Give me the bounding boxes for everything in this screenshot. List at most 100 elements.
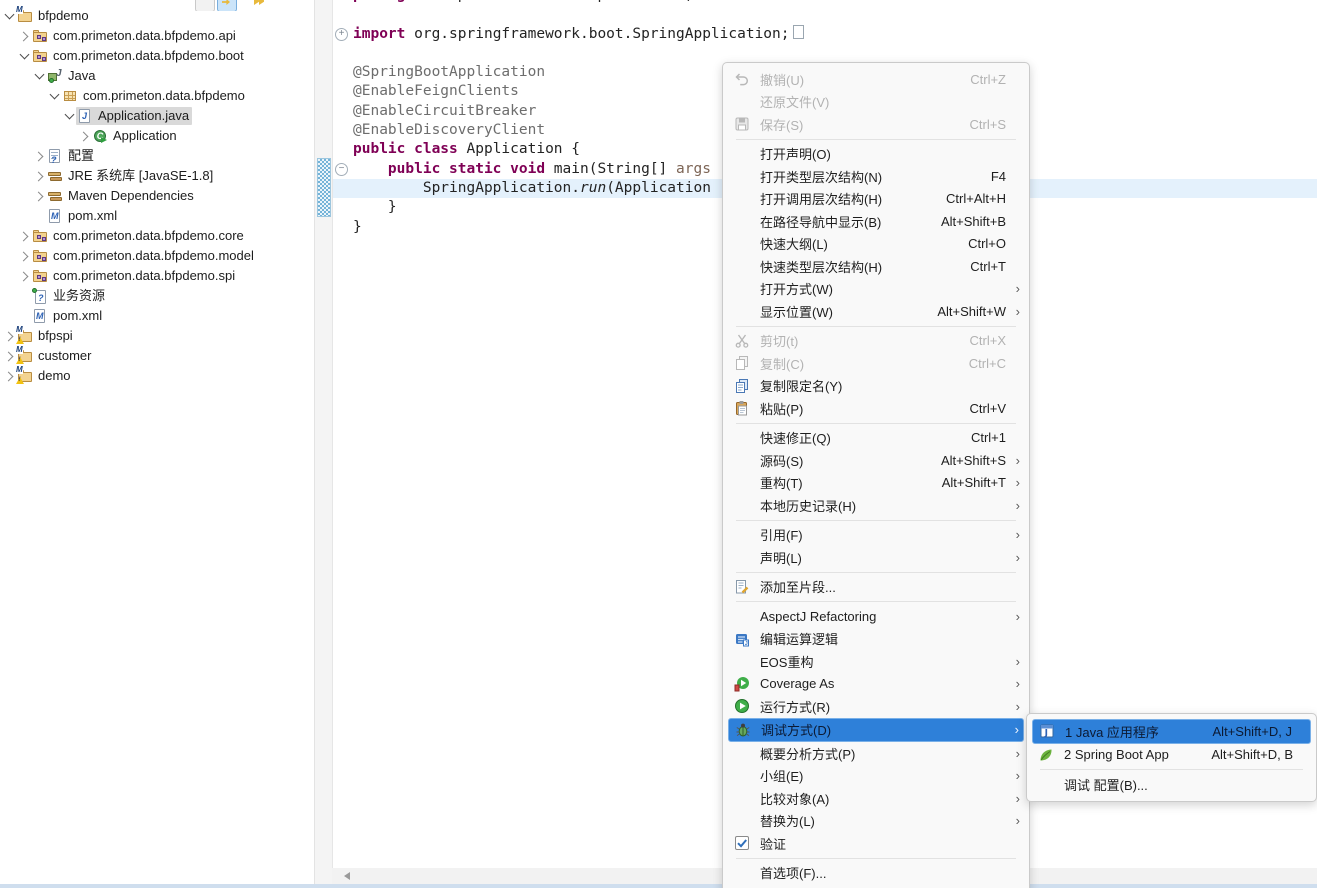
menu-item-debug-configurations[interactable]: 调试 配置(B)... — [1032, 773, 1311, 796]
menu-item-open-with[interactable]: 打开方式(W)› — [728, 278, 1024, 301]
menu-item-label: 在路径导航中显示(B) — [760, 212, 929, 231]
menu-item-show-in[interactable]: 显示位置(W)Alt+Shift+W› — [728, 300, 1024, 323]
chevron-right-icon[interactable] — [78, 130, 91, 143]
menu-item-compare-with[interactable]: 比较对象(A)› — [728, 787, 1024, 810]
menu-item-quick-outline[interactable]: 快速大纲(L)Ctrl+O — [728, 233, 1024, 256]
tree-item-bfpspi-project[interactable]: Mbfpspi — [3, 326, 76, 346]
tree-entry[interactable]: CApplication — [91, 127, 180, 145]
chevron-right-icon[interactable] — [18, 270, 31, 283]
menu-item-icon-cell — [734, 355, 760, 371]
menu-item-references[interactable]: 引用(F)› — [728, 524, 1024, 547]
menu-item-local-history[interactable]: 本地历史记录(H)› — [728, 494, 1024, 517]
collapse-all-icon[interactable] — [251, 0, 269, 10]
chevron-right-icon[interactable] — [33, 190, 46, 203]
menu-item-team[interactable]: 小组(E)› — [728, 765, 1024, 788]
menu-item-preferences[interactable]: 首选项(F)... — [728, 862, 1024, 885]
tree-entry[interactable]: Mbfpdemo — [16, 7, 92, 25]
menu-item-edit-logic[interactable]: J编辑运算逻辑 — [728, 628, 1024, 651]
tree-item-java-src[interactable]: JJava — [33, 66, 98, 86]
menu-item-debug-spring-boot-app[interactable]: 2 Spring Boot AppAlt+Shift+D, B — [1032, 744, 1311, 767]
menu-item-debug-java-application[interactable]: J1 Java 应用程序Alt+Shift+D, J — [1032, 719, 1311, 744]
chevron-right-icon[interactable] — [3, 370, 16, 383]
tree-item-application-java[interactable]: JApplication.java — [63, 106, 192, 126]
tree-entry[interactable]: com.primeton.data.bfpdemo.core — [31, 227, 247, 245]
chevron-right-icon[interactable] — [18, 230, 31, 243]
chevron-down-icon[interactable] — [48, 90, 61, 103]
package-explorer[interactable]: Mbfpdemo com.primeton.data.bfpdemo.api com… — [0, 0, 313, 884]
menu-item-add-to-snippets[interactable]: 添加至片段... — [728, 576, 1024, 599]
tree-item-bfpdemo[interactable]: Mbfpdemo — [3, 6, 92, 26]
tree-entry[interactable]: JJava — [46, 67, 98, 85]
menu-item-profile-as[interactable]: 概要分析方式(P)› — [728, 742, 1024, 765]
tree-scrollbar-thumb[interactable] — [317, 158, 331, 217]
chevron-right-icon[interactable] — [18, 250, 31, 263]
menu-item-replace-with[interactable]: 替换为(L)› — [728, 810, 1024, 833]
chevron-down-icon[interactable] — [3, 10, 16, 23]
chevron-right-icon[interactable] — [33, 150, 46, 163]
tree-item-config[interactable]: ?配置 — [33, 146, 97, 166]
menu-item-validate[interactable]: 验证 — [728, 832, 1024, 855]
tree-item-jre-library[interactable]: JRE 系统库 [JavaSE-1.8] — [33, 166, 216, 186]
menu-item-open-declaration[interactable]: 打开声明(O) — [728, 143, 1024, 166]
menu-item-paste[interactable]: 粘贴(P)Ctrl+V — [728, 397, 1024, 420]
menu-item-run-as[interactable]: 运行方式(R)› — [728, 695, 1024, 718]
tree-entry[interactable]: Mdemo — [16, 367, 74, 385]
scroll-left-arrow-icon[interactable] — [344, 872, 350, 880]
tree-item-business-resources[interactable]: ?业务资源 — [18, 286, 108, 306]
tree-item-core-module[interactable]: com.primeton.data.bfpdemo.core — [18, 226, 247, 246]
tree-item-package-bfpdemo[interactable]: com.primeton.data.bfpdemo — [48, 86, 248, 106]
menu-item-quick-type-hierarchy[interactable]: 快速类型层次结构(H)Ctrl+T — [728, 255, 1024, 278]
chevron-down-icon[interactable] — [33, 70, 46, 83]
menu-item-show-in-breadcrumb[interactable]: 在路径导航中显示(B)Alt+Shift+B — [728, 210, 1024, 233]
tree-item-api-module[interactable]: com.primeton.data.bfpdemo.api — [18, 26, 239, 46]
tree-entry[interactable]: com.primeton.data.bfpdemo — [61, 87, 248, 105]
tree-entry[interactable]: com.primeton.data.bfpdemo.boot — [31, 47, 247, 65]
tree-item-customer-project[interactable]: Mcustomer — [3, 346, 94, 366]
chevron-right-icon[interactable] — [3, 330, 16, 343]
menu-item-open-type-hierarchy[interactable]: 打开类型层次结构(N)F4 — [728, 165, 1024, 188]
menu-item-source[interactable]: 源码(S)Alt+Shift+S› — [728, 449, 1024, 472]
tree-item-boot-module[interactable]: com.primeton.data.bfpdemo.boot — [18, 46, 247, 66]
fold-expand-icon[interactable]: + — [335, 28, 348, 41]
view-menu-icon[interactable] — [195, 0, 215, 11]
tree-item-maven-dependencies[interactable]: Maven Dependencies — [33, 186, 197, 206]
chevron-right-icon[interactable] — [3, 350, 16, 363]
tree-scrollbar[interactable] — [314, 0, 333, 884]
tree-entry[interactable]: ?业务资源 — [31, 287, 108, 305]
link-with-editor-icon[interactable] — [217, 0, 237, 11]
chevron-down-icon[interactable] — [63, 110, 76, 123]
library-icon — [47, 188, 63, 204]
fold-collapse-icon[interactable]: − — [335, 163, 348, 176]
tree-entry[interactable]: Mcustomer — [16, 347, 94, 365]
menu-item-coverage-as[interactable]: Coverage As› — [728, 673, 1024, 696]
menu-item-refactor[interactable]: 重构(T)Alt+Shift+T› — [728, 472, 1024, 495]
tree-entry[interactable]: Mpom.xml — [46, 207, 120, 225]
tree-entry[interactable]: ?配置 — [46, 147, 97, 165]
tree-entry[interactable]: com.primeton.data.bfpdemo.model — [31, 247, 257, 265]
tree-entry[interactable]: com.primeton.data.bfpdemo.api — [31, 27, 239, 45]
tree-item-root-pom[interactable]: Mpom.xml — [18, 306, 105, 326]
maven-closed-warn-icon: M — [17, 368, 33, 384]
menu-item-open-call-hierarchy[interactable]: 打开调用层次结构(H)Ctrl+Alt+H — [728, 188, 1024, 211]
tree-item-application-class[interactable]: CApplication — [78, 126, 180, 146]
tree-item-model-module[interactable]: com.primeton.data.bfpdemo.model — [18, 246, 257, 266]
tree-entry[interactable]: Maven Dependencies — [46, 187, 197, 205]
menu-item-quick-fix[interactable]: 快速修正(Q)Ctrl+1 — [728, 427, 1024, 450]
chevron-right-icon[interactable] — [33, 170, 46, 183]
menu-item-aspectj-refactoring[interactable]: AspectJ Refactoring› — [728, 605, 1024, 628]
tree-item-boot-pom[interactable]: Mpom.xml — [33, 206, 120, 226]
tree-entry[interactable]: Mbfpspi — [16, 327, 76, 345]
menu-item-debug-as[interactable]: 调试方式(D)› — [728, 718, 1024, 743]
menu-item-declarations[interactable]: 声明(L)› — [728, 546, 1024, 569]
menu-item-copy-qualified-name[interactable]: 复制限定名(Y) — [728, 375, 1024, 398]
tree-item-spi-module[interactable]: com.primeton.data.bfpdemo.spi — [18, 266, 238, 286]
chevron-down-icon[interactable] — [18, 50, 31, 63]
tree-entry[interactable]: JRE 系统库 [JavaSE-1.8] — [46, 167, 216, 185]
tree-item-demo-project[interactable]: Mdemo — [3, 366, 74, 386]
menu-item-eos-refactor[interactable]: EOS重构› — [728, 650, 1024, 673]
tree-selection[interactable]: JApplication.java — [76, 107, 192, 125]
tree-entry[interactable]: Mpom.xml — [31, 307, 105, 325]
folding-ruler[interactable]: +− — [333, 0, 351, 868]
tree-entry[interactable]: com.primeton.data.bfpdemo.spi — [31, 267, 238, 285]
chevron-right-icon[interactable] — [18, 30, 31, 43]
